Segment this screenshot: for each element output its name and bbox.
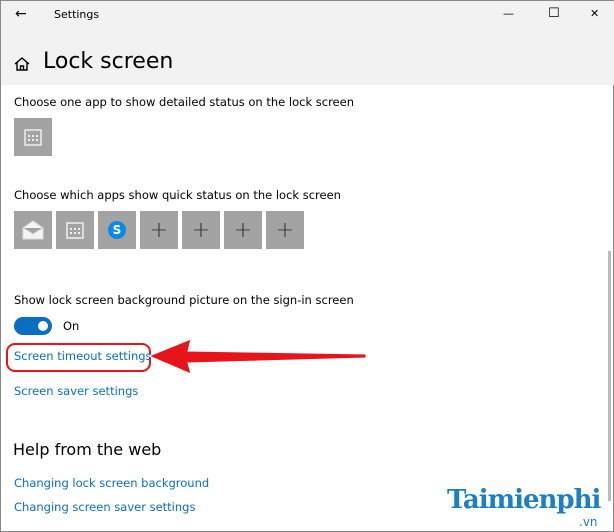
help-link[interactable]: Changing screen saver settings xyxy=(14,500,195,514)
calendar-icon xyxy=(24,129,42,146)
mail-icon xyxy=(22,220,44,240)
quick-app-add[interactable]: + xyxy=(182,211,220,249)
watermark-suffix: .vn xyxy=(579,515,598,529)
skype-icon: S xyxy=(108,221,126,239)
quick-app-skype[interactable]: S xyxy=(98,211,136,249)
detailed-status-label: Choose one app to show detailed status o… xyxy=(14,95,354,109)
maximize-button[interactable]: ☐ xyxy=(548,6,560,21)
minimize-button[interactable]: — xyxy=(503,7,514,20)
watermark-logo: Taimienphi xyxy=(447,485,601,515)
help-title: Help from the web xyxy=(13,440,162,459)
background-toggle[interactable] xyxy=(14,317,52,335)
detailed-app-calendar[interactable] xyxy=(14,118,52,156)
page-title: Lock screen xyxy=(43,49,174,74)
quick-app-calendar[interactable] xyxy=(56,211,94,249)
quick-app-add[interactable]: + xyxy=(140,211,178,249)
screen-saver-link[interactable]: Screen saver settings xyxy=(14,384,138,398)
annotation-arrow-icon xyxy=(147,338,367,375)
quick-app-mail[interactable] xyxy=(14,211,52,249)
toggle-state: On xyxy=(63,319,80,333)
quick-app-add[interactable]: + xyxy=(266,211,304,249)
window-title: Settings xyxy=(54,8,100,21)
close-button[interactable]: ✕ xyxy=(590,7,599,20)
back-button[interactable]: ← xyxy=(15,6,27,22)
quick-status-label: Choose which apps show quick status on t… xyxy=(14,188,341,202)
home-icon[interactable] xyxy=(13,56,31,72)
scrollbar[interactable] xyxy=(608,251,611,501)
background-picture-label: Show lock screen background picture on t… xyxy=(14,293,354,307)
toggle-knob xyxy=(38,321,48,331)
screen-timeout-link[interactable]: Screen timeout settings xyxy=(14,349,152,363)
calendar-icon xyxy=(66,222,84,239)
help-link[interactable]: Changing lock screen background xyxy=(14,476,209,490)
quick-app-add[interactable]: + xyxy=(224,211,262,249)
